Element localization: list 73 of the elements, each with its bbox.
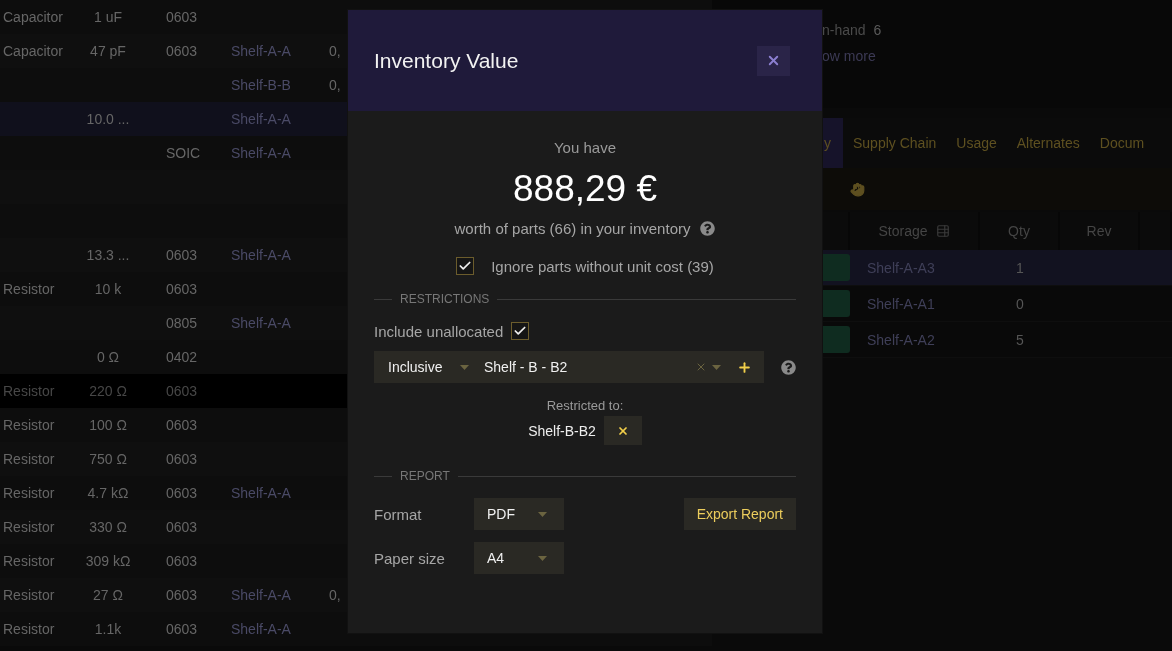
table-cell-text: 309 kΩ — [84, 553, 132, 569]
checkbox-label: Include unallocated — [374, 322, 504, 340]
table-cell-text: 0603 — [165, 485, 199, 501]
table-cell-text: Resistor — [2, 553, 56, 569]
table-cell-text: 5 — [1015, 331, 1025, 348]
table-cell-text: Resistor — [2, 621, 56, 637]
table-cell-text: SOIC — [165, 145, 202, 161]
table-cell-text: Shelf-A-A3 — [866, 259, 936, 276]
table-cell-text: Capacitor — [2, 9, 64, 25]
table-cell-text: Shelf-A-A — [230, 621, 292, 637]
table-cell-text: 47 pF — [89, 43, 127, 59]
table-cell-text: 0603 — [165, 9, 199, 25]
table-cell-text: 1.1k — [93, 621, 123, 637]
table-cell-text: 220 Ω — [88, 383, 128, 399]
table-cell-text: 0, — [329, 587, 342, 603]
table-cell-text: 0603 — [165, 43, 199, 59]
restricted-location: Shelf-B-B2 — [528, 422, 596, 439]
table-cell-text: 13.3 ... — [85, 247, 131, 263]
table-cell-text: Resistor — [2, 281, 56, 297]
table-cell-text: 0603 — [165, 451, 199, 467]
table-cell-text: Shelf-A-A — [230, 485, 292, 501]
table-cell-text: 27 Ω — [92, 587, 124, 603]
table-cell-text: 0805 — [165, 315, 199, 331]
table-cell-text: 0603 — [165, 621, 199, 637]
table-cell-text: 1 uF — [93, 9, 123, 25]
table-cell-text: Shelf-A-A — [230, 111, 292, 127]
table-cell-text: 100 Ω — [88, 417, 128, 433]
table-cell-text: Shelf-A-A1 — [866, 295, 936, 312]
table-cell-text: Shelf-A-A — [230, 315, 292, 331]
table-cell-text: Shelf-A-A — [230, 247, 292, 263]
table-cell-text: 0 — [1015, 295, 1025, 312]
table-cell-text: 0603 — [165, 417, 199, 433]
table-cell-text: 0603 — [165, 553, 199, 569]
table-cell-text: 330 Ω — [88, 519, 128, 535]
table-cell-text: Resistor — [2, 451, 56, 467]
table-cell-text: 10 k — [93, 281, 123, 297]
paper-size-label: Paper size — [374, 549, 446, 567]
table-cell-text: 0, — [329, 43, 342, 59]
table-cell-text: 0402 — [165, 349, 199, 365]
on-hand-label: n-hand — [822, 22, 866, 38]
table-cell-text: Resistor — [2, 519, 56, 535]
restricted-label: Restricted to: — [546, 398, 624, 413]
caption-text: worth of parts (66) in your inventory — [454, 220, 691, 237]
table-cell-text: Resistor — [2, 587, 56, 603]
on-hand-value: 6 — [873, 22, 882, 38]
table-cell-text: Shelf-A-A — [230, 43, 292, 59]
section-title: RESTRICTIONS — [400, 292, 490, 306]
table-cell-text: 750 Ω — [88, 451, 128, 467]
inventory-amount: 888,29 € — [512, 168, 658, 210]
table-cell-text: Resistor — [2, 383, 56, 399]
location-value: Shelf - B - B2 — [484, 359, 569, 375]
table-cell-text: Shelf-A-A — [230, 145, 292, 161]
table-cell-text: 4.7 kΩ — [86, 485, 130, 501]
table-cell-text: Resistor — [2, 485, 56, 501]
table-cell-text: 0603 — [165, 247, 199, 263]
format-label: Format — [374, 505, 423, 523]
table-cell-text: 0 Ω — [95, 349, 121, 365]
table-cell-text: 0603 — [165, 383, 199, 399]
dialog-title: Inventory Value — [374, 48, 519, 73]
table-cell-text: 0603 — [165, 519, 199, 535]
lead-text: You have — [553, 139, 617, 156]
table-cell-text: 10.0 ... — [85, 111, 131, 127]
table-cell-text: Capacitor — [2, 43, 64, 59]
table-cell-text: Shelf-B-B — [230, 77, 292, 93]
table-cell-text: Resistor — [2, 417, 56, 433]
section-title: REPORT — [400, 469, 450, 483]
table-cell-text: 0, — [329, 77, 342, 93]
table-cell-text: Shelf-A-A — [230, 587, 292, 603]
table-cell-text: Shelf-A-A2 — [866, 331, 936, 348]
checkbox-label: Ignore parts without unit cost (39) — [491, 257, 714, 275]
table-cell-text: 1 — [1015, 259, 1025, 276]
table-cell-text: 0603 — [165, 587, 199, 603]
table-cell-text: 0603 — [165, 281, 199, 297]
